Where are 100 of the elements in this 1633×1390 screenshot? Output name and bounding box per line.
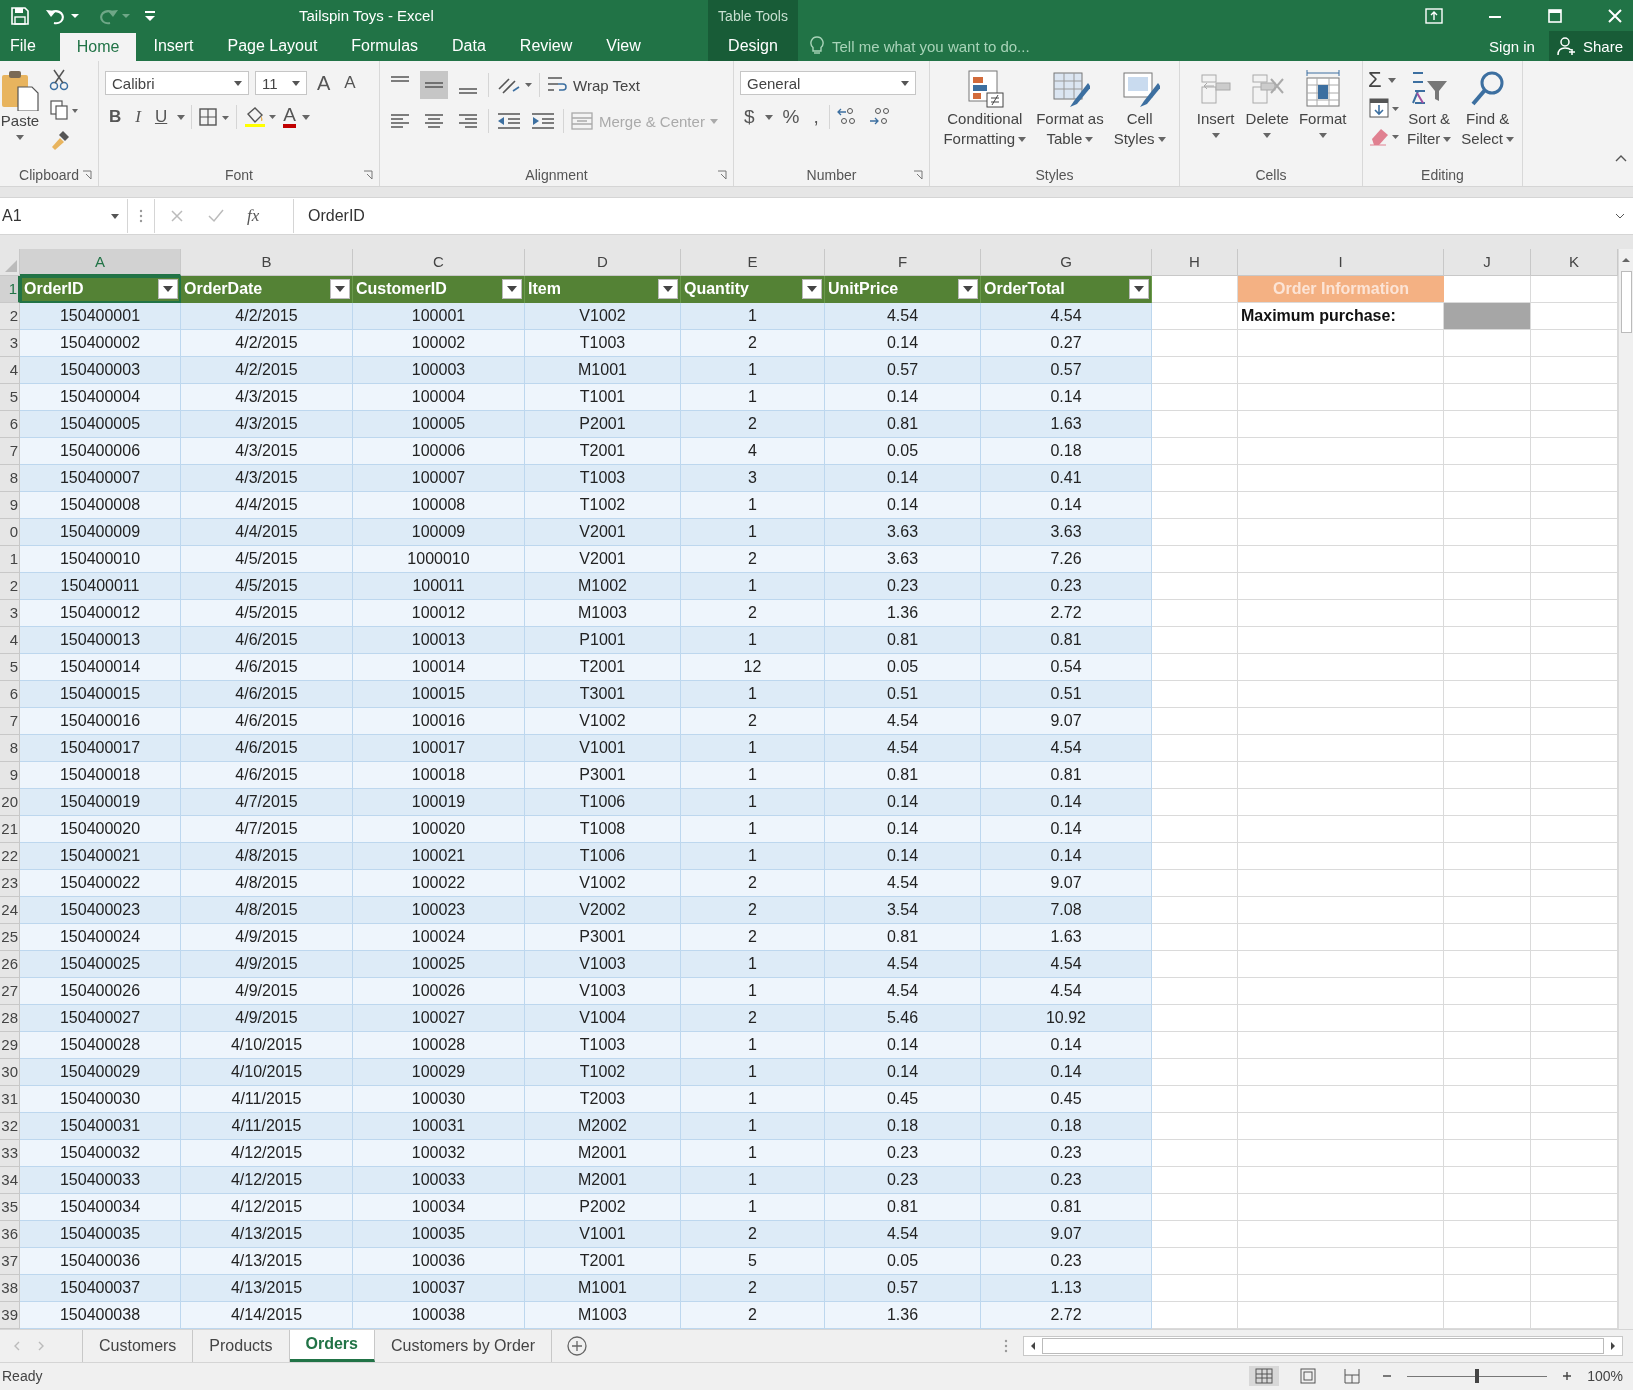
increase-font-size-button[interactable]: A [313,71,335,95]
filter-button[interactable] [658,279,678,300]
empty-cell[interactable] [1444,329,1531,357]
ribbon-button[interactable]: Sort & Filter [1404,67,1455,165]
zoom-level[interactable]: 100% [1587,1368,1623,1385]
ribbon-button[interactable]: Find & Select [1458,67,1518,165]
ribbon-tab[interactable]: File [0,31,60,62]
empty-cell[interactable] [1444,1058,1531,1086]
ribbon-button[interactable]: Cell Styles [1110,67,1169,165]
zoom-slider-thumb[interactable] [1475,1368,1480,1383]
scrollbar-thumb[interactable] [1620,270,1632,333]
sheet-tab[interactable]: Products [193,1329,290,1362]
empty-cell[interactable] [1444,437,1531,465]
empty-cell[interactable] [1444,842,1531,870]
empty-cell[interactable] [1238,653,1444,681]
sheet-tab[interactable]: Orders [289,1329,375,1362]
sheet-tab[interactable]: Customers by Order [374,1329,552,1362]
row-header[interactable]: 21 [0,815,20,843]
italic-button[interactable]: I [131,107,145,128]
column-header[interactable]: K [1531,248,1618,276]
empty-cell[interactable] [1444,599,1531,627]
row-header[interactable]: 6 [0,410,20,438]
row-header[interactable]: 27 [0,977,20,1005]
dropdown-arrow-icon[interactable] [764,114,773,120]
row-header[interactable]: 9 [0,761,20,789]
column-header[interactable]: C [353,248,525,276]
empty-cell[interactable] [1238,1193,1444,1221]
row-header[interactable]: 4 [0,626,20,654]
tell-me-field[interactable]: Tell me what you want to do... [830,36,1104,56]
row-header[interactable]: 38 [0,1274,20,1302]
empty-cell[interactable] [1444,761,1531,789]
formula-field[interactable]: OrderID [304,207,1605,226]
currency-format-button[interactable]: $ [740,106,759,129]
column-header[interactable]: E [681,248,825,276]
row-header[interactable]: 8 [0,734,20,762]
scroll-right-arrow-icon[interactable] [1608,1339,1618,1352]
empty-cell[interactable] [1444,383,1531,411]
select-all-icon[interactable] [5,259,17,272]
maximize-icon[interactable] [1547,7,1563,24]
empty-cell[interactable] [1238,977,1444,1005]
ribbon-button[interactable]: Insert [1192,67,1239,165]
empty-cell[interactable] [1444,950,1531,978]
row-header[interactable]: 2 [0,572,20,600]
empty-cell[interactable] [1444,545,1531,573]
empty-cell[interactable] [1444,1247,1531,1275]
column-header[interactable]: B [181,248,353,276]
borders-icon[interactable] [198,107,231,128]
row-header[interactable]: 29 [0,1031,20,1059]
vertical-scrollbar[interactable] [1618,248,1633,1329]
empty-cell[interactable] [1238,410,1444,438]
normal-view-icon[interactable] [1249,1366,1280,1387]
empty-cell[interactable] [1238,734,1444,762]
checkmark-icon[interactable] [207,208,225,225]
row-header[interactable]: 23 [0,869,20,897]
row-header[interactable]: 31 [0,1085,20,1113]
row-header[interactable]: 39 [0,1301,20,1329]
zoom-in-icon[interactable] [1561,1370,1574,1383]
dialog-launcher-icon[interactable] [717,170,727,181]
ribbon-tab[interactable]: Review [502,31,590,62]
column-header[interactable]: G [981,248,1152,276]
share-button[interactable]: Share [1548,31,1633,62]
ribbon-button[interactable]: Format as Table [1033,67,1107,165]
row-header[interactable]: 22 [0,842,20,870]
empty-cell[interactable] [1444,869,1531,897]
empty-cell[interactable] [1444,815,1531,843]
scrollbar-thumb[interactable] [1042,1337,1604,1354]
empty-cell[interactable] [1238,788,1444,816]
row-header[interactable]: 9 [0,491,20,519]
fill-down-icon[interactable] [1368,97,1400,120]
empty-cell[interactable] [1444,734,1531,762]
row-header[interactable]: 33 [0,1139,20,1167]
font-color-button[interactable]: A [283,106,310,129]
comma-style-button[interactable]: , [809,106,823,129]
column-header[interactable]: A [20,248,181,276]
empty-cell[interactable] [1238,1301,1444,1329]
empty-cell[interactable] [1238,1004,1444,1032]
empty-cell[interactable] [1444,1220,1531,1248]
empty-cell[interactable] [1444,1301,1531,1329]
empty-cell[interactable] [1444,788,1531,816]
fill-color-icon[interactable] [243,106,278,129]
row-header[interactable]: 34 [0,1166,20,1194]
name-box[interactable]: A1 [0,199,128,234]
empty-cell[interactable] [1238,329,1444,357]
column-header[interactable]: D [525,248,681,276]
empty-cell[interactable] [1238,599,1444,627]
close-icon[interactable] [1607,7,1623,24]
empty-cell[interactable] [1444,491,1531,519]
empty-cell[interactable] [1444,923,1531,951]
empty-cell[interactable] [1444,518,1531,546]
empty-cell[interactable] [1444,1166,1531,1194]
empty-cell[interactable] [1238,491,1444,519]
horizontal-scrollbar[interactable] [1023,1335,1623,1356]
ribbon-tab[interactable]: View [589,31,658,62]
row-header[interactable]: 24 [0,896,20,924]
empty-cell[interactable] [1238,1247,1444,1275]
empty-cell[interactable] [1238,707,1444,735]
autosum-button[interactable]: Σ [1368,69,1400,92]
collapse-ribbon-icon[interactable] [1615,154,1627,163]
column-header[interactable]: I [1238,248,1444,276]
middle-align-icon[interactable] [420,71,448,100]
